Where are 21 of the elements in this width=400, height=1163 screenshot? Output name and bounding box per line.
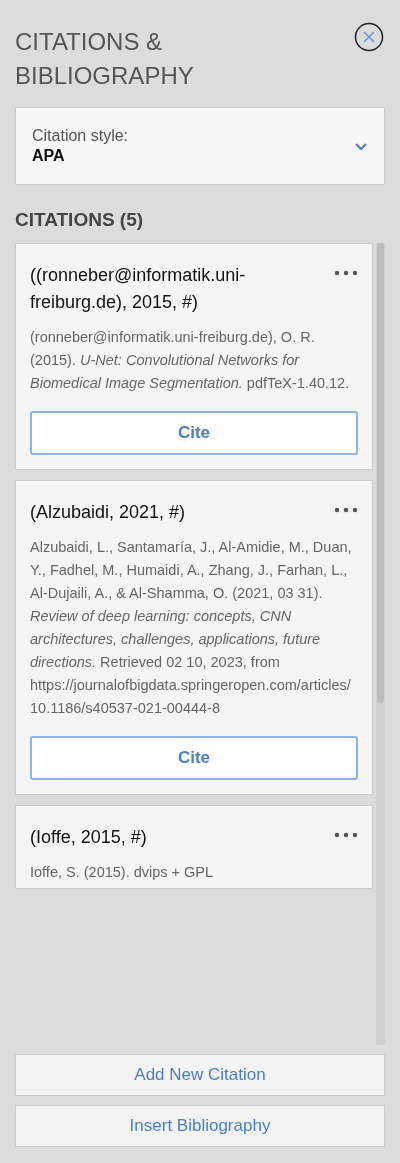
citation-reference: (ronneber@informatik.uni-freiburg.de), O. R. (2015). U-Net: Convolutional Networks for Biomedical Image Segmentation. pdfTeX-1.40.12. [30,328,351,393]
cite-button[interactable]: Cite [30,411,358,455]
citation-title: (Alzubaidi, 2021, #) [30,501,187,524]
section-heading: CITATIONS (5) [15,209,145,231]
citation-reference: Ioffe, S. (2015). dvips + GPL [30,863,215,882]
more-icon[interactable] [334,270,358,276]
scrollbar[interactable] [376,243,385,1045]
citation-title: ((ronneber@informatik.uni-freiburg.de), 2015, #) [30,264,247,314]
chevron-down-icon [354,141,368,151]
citation-style-dropdown[interactable]: Citation style: APA [15,107,385,185]
citation-title: (Ioffe, 2015, #) [30,826,148,849]
action-button[interactable]: Add New Citation [15,1054,385,1096]
dropdown-value: APA [32,147,66,165]
panel-title: CITATIONS & BIBLIOGRAPHY [15,27,195,91]
dropdown-label: Citation style: [32,127,129,145]
more-icon[interactable] [334,832,358,838]
more-icon[interactable] [334,507,358,513]
cite-button[interactable]: Cite [30,736,358,780]
citation-reference: Alzubaidi, L., Santamaría, J., Al-Amidie, M., Duan, Y., Fadhel, M., Humaidi, A., Zhang, J., Farhan, L., Al-Dujaili, A., & Al-Shamma, O. (2021, 03 31). Review of deep learning: concepts, CNN architectures, challenges, applications, future directions. Retrieved 02 10, 2023, from https://journalofbigdata.springeropen.com/articles/10.1186/s40537-021-00444-8 [30,538,353,718]
close-icon[interactable] [354,22,384,52]
action-button[interactable]: Insert Bibliography [15,1105,385,1147]
